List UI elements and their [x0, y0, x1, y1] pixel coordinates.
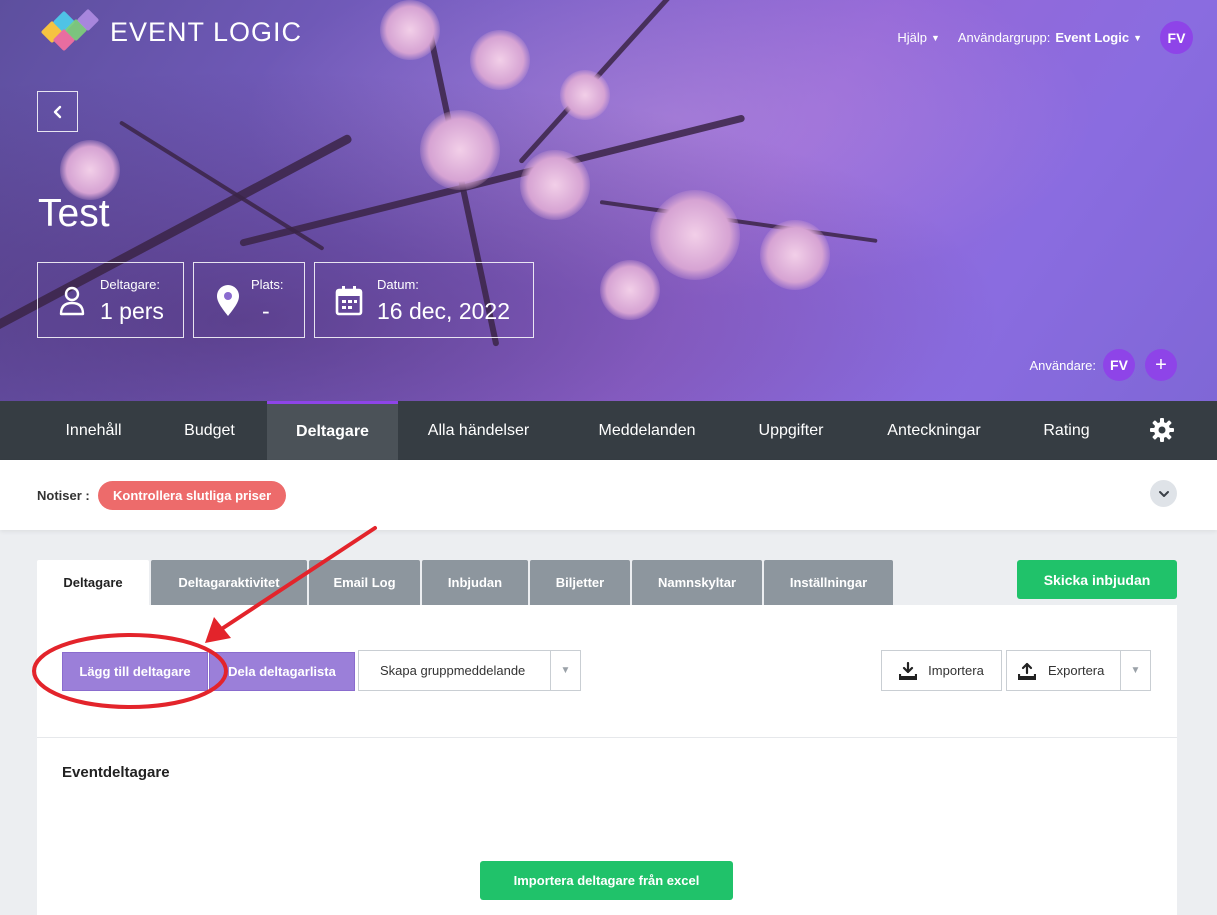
blossom [600, 260, 660, 320]
back-button[interactable] [37, 91, 78, 132]
subtab-deltagaraktivitet[interactable]: Deltagaraktivitet [151, 560, 307, 605]
collapse-notices-button[interactable] [1150, 480, 1177, 507]
export-label: Exportera [1048, 663, 1105, 678]
group-message-dropdown[interactable]: Skapa gruppmeddelande ▼ [358, 650, 581, 691]
blossom [650, 190, 740, 280]
panel-divider [37, 737, 1177, 738]
share-participant-list-button[interactable]: Dela deltagarlista [209, 652, 355, 691]
tab-alla-handelser[interactable]: Alla händelser [398, 401, 559, 460]
user-avatar[interactable]: FV [1160, 21, 1193, 54]
import-label: Importera [928, 663, 984, 678]
blossom [520, 150, 590, 220]
chevron-down-icon[interactable]: ▼ [1120, 651, 1150, 690]
user-avatar[interactable]: FV [1103, 349, 1135, 381]
stat-date: Datum: 16 dec, 2022 [314, 262, 534, 338]
app-name: EVENT LOGIC [110, 16, 303, 47]
subtab-inbjudan[interactable]: Inbjudan [422, 560, 528, 605]
blossom [760, 220, 830, 290]
help-label: Hjälp [897, 30, 927, 45]
chevron-down-icon [1158, 490, 1169, 497]
subtab-biljetter[interactable]: Biljetter [530, 560, 630, 605]
user-group-label: Användargrupp: [957, 30, 1051, 45]
location-pin-icon [217, 285, 239, 316]
blossom [60, 140, 120, 200]
blossom [470, 30, 530, 90]
stat-location: Plats: - [193, 262, 305, 338]
tab-uppgifter[interactable]: Uppgifter [735, 401, 847, 460]
chevron-down-icon: ▼ [930, 32, 940, 43]
add-user-button[interactable]: + [1145, 349, 1177, 381]
stat-label: Datum: [377, 277, 419, 292]
notices-label: Notiser : [37, 488, 90, 503]
tab-innehall[interactable]: Innehåll [37, 401, 150, 460]
app-logo[interactable]: EVENT LOGIC [38, 8, 303, 52]
chevron-down-icon: ▼ [1133, 32, 1142, 43]
chevron-left-icon [53, 105, 61, 118]
participants-panel: Lägg till deltagare Dela deltagarlista S… [37, 605, 1177, 915]
blossom [560, 70, 610, 120]
export-dropdown[interactable]: Exportera ▼ [1006, 650, 1151, 691]
event-main-navigation: Innehåll Budget Deltagare Alla händelser… [0, 401, 1217, 460]
top-navigation: Hjälp ▼ Användargrupp: Event Logic ▼ FV [897, 21, 1193, 54]
upload-icon [1018, 662, 1036, 680]
blossom [420, 110, 500, 190]
download-icon [899, 661, 918, 680]
import-button[interactable]: Importera [881, 650, 1002, 691]
stat-label: Plats: [251, 277, 284, 292]
event-users: Användare: FV + [1029, 349, 1177, 381]
event-hero-banner: EVENT LOGIC Hjälp ▼ Användargrupp: Event… [0, 0, 1217, 401]
subtab-deltagare[interactable]: Deltagare [37, 560, 149, 605]
help-menu[interactable]: Hjälp ▼ [897, 30, 940, 45]
subtab-email-log[interactable]: Email Log [309, 560, 420, 605]
user-group-value: Event Logic [1055, 30, 1130, 45]
event-title: Test [38, 192, 110, 235]
stat-value: 16 dec, 2022 [377, 298, 511, 324]
stat-participants: Deltagare: 1 pers [37, 262, 184, 338]
tab-budget[interactable]: Budget [152, 401, 267, 460]
stat-value: 1 pers [100, 298, 164, 324]
tab-anteckningar[interactable]: Anteckningar [867, 401, 1001, 460]
calendar-icon [335, 286, 363, 316]
gear-icon[interactable] [1148, 416, 1176, 444]
user-group-menu[interactable]: Användargrupp: Event Logic ▼ [958, 30, 1142, 45]
notices-bar: Notiser : Kontrollera slutliga priser [0, 460, 1217, 530]
chevron-down-icon[interactable]: ▼ [550, 651, 580, 690]
tab-deltagare[interactable]: Deltagare [267, 401, 398, 460]
blossom [380, 0, 440, 60]
stat-label: Deltagare: [100, 277, 160, 292]
stat-value: - [262, 298, 270, 324]
subtab-namnskyltar[interactable]: Namnskyltar [632, 560, 762, 605]
import-from-excel-button[interactable]: Importera deltagare från excel [480, 861, 733, 900]
users-label: Användare: [1029, 357, 1097, 373]
tab-meddelanden[interactable]: Meddelanden [579, 401, 715, 460]
subtab-installningar[interactable]: Inställningar [764, 560, 893, 605]
event-logic-logo-icon [38, 8, 102, 52]
section-title: Eventdeltagare [62, 764, 170, 781]
tab-rating[interactable]: Rating [1021, 401, 1112, 460]
person-icon [59, 286, 85, 316]
notice-pill[interactable]: Kontrollera slutliga priser [98, 481, 287, 510]
group-message-label: Skapa gruppmeddelande [380, 663, 526, 678]
send-invites-button[interactable]: Skicka inbjudan [1017, 560, 1177, 599]
add-participant-button[interactable]: Lägg till deltagare [62, 652, 208, 691]
